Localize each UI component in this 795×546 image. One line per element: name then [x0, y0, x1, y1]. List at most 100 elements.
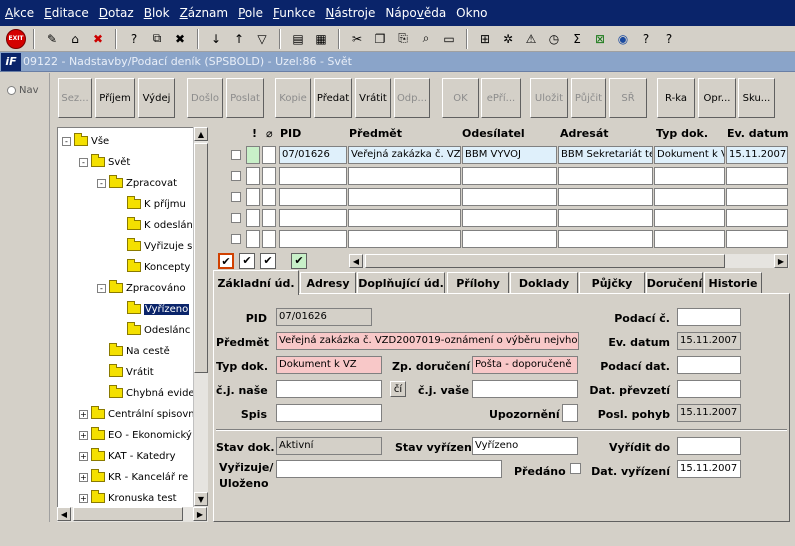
action-button[interactable]: Odp... [394, 78, 430, 118]
grid-cell[interactable] [654, 188, 725, 206]
column-header[interactable]: Adresát [560, 127, 609, 144]
grid-cell[interactable] [558, 209, 653, 227]
grid-cell[interactable] [279, 188, 347, 206]
action-button[interactable]: Půjčit [571, 78, 606, 118]
tree-node[interactable]: Chybná evide [97, 385, 195, 401]
column-header[interactable]: PID [280, 127, 301, 144]
scroll-right-icon[interactable]: ▶ [193, 507, 207, 521]
row-attachment-cell[interactable] [262, 230, 276, 248]
cut-icon[interactable]: ✂ [347, 29, 367, 49]
scroll-up-icon[interactable]: ▲ [194, 127, 208, 141]
tree-node[interactable]: Vyřízeno [115, 301, 190, 317]
collapse-icon[interactable]: - [97, 283, 106, 293]
tree-node[interactable]: K příjmu [115, 196, 186, 212]
tree-node[interactable]: Vrátit [97, 364, 154, 380]
grid-cell[interactable] [348, 188, 461, 206]
copy-icon[interactable]: ❐ [370, 29, 390, 49]
action-button[interactable]: Kopie [275, 78, 311, 118]
tab[interactable]: Půjčky [579, 272, 645, 293]
scroll-right-icon[interactable]: ▶ [774, 254, 788, 268]
filter-checkbox-1[interactable]: ✔ [218, 253, 234, 269]
filter-checkbox-3[interactable]: ✔ [260, 253, 276, 269]
grid-cell[interactable] [279, 209, 347, 227]
tree-node[interactable]: + Centrální spisovn [79, 406, 195, 422]
grid-cell[interactable] [558, 188, 653, 206]
menu-item[interactable]: Okno [451, 6, 492, 20]
insert-record-icon[interactable]: ⌂ [65, 29, 85, 49]
stav-vyrizeni-field[interactable]: Vyřízeno [472, 437, 578, 455]
scroll-left-icon[interactable]: ◀ [349, 254, 363, 268]
collapse-icon[interactable]: - [97, 178, 106, 188]
row-attachment-cell[interactable] [262, 188, 276, 206]
grid-cell[interactable] [348, 209, 461, 227]
column-header[interactable]: Typ dok. [656, 127, 708, 144]
scroll-down-icon[interactable]: ▼ [194, 492, 208, 506]
exit-icon[interactable]: EXIT [6, 28, 26, 49]
grid-cell[interactable]: Dokument k V [654, 146, 725, 164]
context-help-icon[interactable]: ? [659, 29, 679, 49]
action-button[interactable]: SŘ [609, 78, 647, 118]
expand-icon[interactable]: + [79, 493, 88, 503]
nav-radio[interactable]: Nav [7, 85, 39, 96]
row-flag-cell[interactable] [246, 230, 260, 248]
dat-prevzeti-field[interactable] [677, 380, 741, 398]
tree-node[interactable]: Vyřizuje s [115, 238, 192, 254]
menu-item[interactable]: Dotaz [94, 6, 139, 20]
tree-node[interactable]: - Zpracovat [97, 175, 177, 191]
ci-button[interactable]: čí [390, 381, 406, 397]
scroll-thumb[interactable] [194, 143, 208, 373]
grid-cell[interactable] [654, 209, 725, 227]
grid-cell[interactable]: Veřejná zakázka č. VZ [348, 146, 461, 164]
action-button[interactable]: Uložit [530, 78, 568, 118]
predano-checkbox[interactable] [570, 463, 581, 474]
action-button[interactable]: Opr... [698, 78, 736, 118]
row-selector[interactable] [231, 150, 241, 160]
tree-node[interactable]: + EO - Ekonomický [79, 427, 192, 443]
podaci-c-field[interactable] [677, 308, 741, 326]
sum-icon[interactable]: Σ [567, 29, 587, 49]
web-icon[interactable]: ◉ [613, 29, 633, 49]
menu-item[interactable]: Editace [39, 6, 94, 20]
grid-cell[interactable] [279, 167, 347, 185]
spis-field[interactable] [276, 404, 382, 422]
grid-cell[interactable] [654, 167, 725, 185]
vyridit-do-field[interactable] [677, 437, 741, 455]
settings-icon[interactable]: ✲ [498, 29, 518, 49]
clock-icon[interactable]: ◷ [544, 29, 564, 49]
grid-horizontal-scrollbar[interactable]: ◀ ▶ [349, 254, 789, 268]
grid-cell[interactable] [726, 230, 788, 248]
sort-descending-icon[interactable]: ↑ [229, 29, 249, 49]
tree-node[interactable]: + Kronuska test [79, 490, 177, 506]
dat-vyrizeni-field[interactable]: 15.11.2007 [677, 460, 741, 478]
action-button[interactable]: ePří... [481, 78, 521, 118]
row-flag-cell[interactable] [246, 167, 260, 185]
upozorneni-checkbox[interactable] [562, 404, 578, 422]
column-header[interactable]: Odesílatel [462, 127, 525, 144]
grid-cell[interactable] [462, 230, 557, 248]
menu-item[interactable]: Nápověda [380, 6, 451, 20]
tree-horizontal-scrollbar[interactable]: ◀ ▶ [57, 507, 208, 522]
print-icon[interactable]: ▤ [288, 29, 308, 49]
action-button[interactable]: OK [442, 78, 479, 118]
execute-query-icon[interactable]: ⧉ [147, 29, 167, 49]
tab[interactable]: Doklady [510, 272, 578, 293]
column-header[interactable]: Předmět [349, 127, 402, 144]
collapse-icon[interactable]: - [79, 157, 88, 167]
row-selector[interactable] [231, 213, 241, 223]
expand-icon[interactable]: + [79, 409, 88, 419]
row-attachment-cell[interactable] [262, 167, 276, 185]
action-button[interactable]: Sez... [58, 78, 92, 118]
menu-item[interactable]: Akce [0, 6, 39, 20]
grid-cell[interactable]: 15.11.2007 [726, 146, 788, 164]
action-button[interactable]: Došlo [187, 78, 223, 118]
row-selector[interactable] [231, 192, 241, 202]
column-header[interactable]: Ev. datum [727, 127, 789, 144]
tab[interactable]: Doručení [646, 272, 703, 293]
tree-node[interactable]: Odeslánc [115, 322, 190, 338]
podaci-dat-field[interactable] [677, 356, 741, 374]
action-button[interactable]: Předat [314, 78, 352, 118]
alert-icon[interactable]: ⚠ [521, 29, 541, 49]
row-flag-cell[interactable] [246, 188, 260, 206]
find-icon[interactable]: ⌕ [416, 29, 436, 49]
grid-cell[interactable] [348, 230, 461, 248]
